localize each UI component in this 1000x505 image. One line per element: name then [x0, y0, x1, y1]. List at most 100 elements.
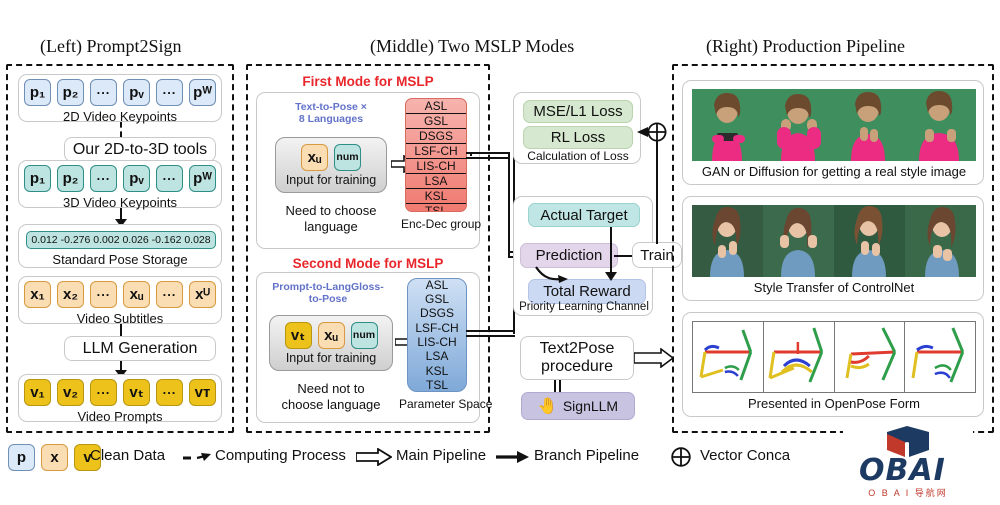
language-item: LSF-CH: [406, 144, 466, 159]
token-row-subtitles: x₁ x₂ ... xᵤ ... xᵁ: [19, 281, 221, 308]
note-second-mode: Need not to choose language: [281, 381, 381, 413]
line-text2pose-to-signllm-a: [554, 380, 556, 392]
circle-plus-icon: [671, 447, 691, 467]
token-chip: p₁: [24, 165, 51, 192]
logo-wordmark: OBAI: [859, 453, 946, 488]
note-first-mode: Need to choose language: [285, 203, 377, 235]
token-chip-num: num: [334, 143, 361, 171]
image-frame: [834, 89, 905, 161]
token-chip-ellipsis: ...: [156, 165, 183, 192]
token-chip: vᴛ: [189, 379, 216, 406]
line-train-to-concat: [656, 134, 658, 244]
line-merge-vertical-a: [508, 152, 510, 258]
input-box-first-mode[interactable]: xᵤ num Input for training: [275, 137, 387, 193]
token-chip: v₁: [24, 379, 51, 406]
image-frame: [905, 205, 976, 277]
card-video-prompts: v₁ v₂ ... vₜ ... vᴛ Video Prompts: [18, 374, 222, 424]
language-item: GSL: [424, 292, 449, 307]
line-param-right: [466, 330, 515, 332]
language-item: DSGS: [406, 129, 466, 144]
parameter-space-group: ASL GSL DSGS LSF-CH LIS-CH LSA KSL TSL: [407, 278, 467, 392]
token-chip-x: xᵤ: [317, 321, 345, 349]
token-chip-ellipsis: ...: [156, 379, 183, 406]
legend-label-computing-process: Computing Process: [215, 447, 346, 464]
language-item: LIS-CH: [417, 335, 457, 349]
language-item: ASL: [406, 99, 466, 114]
box-2d-to-3d-tools[interactable]: Our 2D-to-3D tools: [64, 137, 216, 162]
input-token-row-second: vₜ xᵤ num: [284, 321, 378, 349]
legend-label-branch-pipeline: Branch Pipeline: [534, 447, 640, 464]
input-label-second: Input for training: [285, 350, 377, 365]
token-chip-x: xᵤ: [301, 143, 328, 171]
language-item: DSGS: [419, 306, 454, 321]
card-video-subtitles: x₁ x₂ ... xᵤ ... xᵁ Video Subtitles: [18, 276, 222, 326]
box-mse-l1-loss[interactable]: MSE/L1 Loss: [523, 100, 633, 123]
pose-storage-values: 0.012 -0.276 0.002 0.026 -0.162 0.028: [26, 231, 216, 249]
dashed-arrow-icon: [183, 453, 211, 461]
token-row-3d: p₁ p₂ ... pᵥ ... pᵂ: [19, 165, 221, 192]
hollow-arrow-icon: [634, 348, 674, 368]
image-frame: [692, 205, 763, 277]
token-chip: x₂: [57, 281, 84, 308]
pose-frame: [905, 322, 975, 392]
logo-obai: OBAI O B A I 导航网: [843, 424, 973, 502]
input-label-first: Input for training: [285, 172, 377, 187]
image-frame: [834, 205, 905, 277]
pose-frame: [693, 322, 764, 392]
card-first-mode: Text-to-Pose × 8 Languages xᵤ num Input …: [256, 92, 481, 249]
language-item: LSA: [406, 174, 466, 189]
line-encdec-right-2: [466, 157, 510, 159]
box-text2pose-procedure[interactable]: Text2Pose procedure: [520, 336, 634, 380]
image-strip-controlnet: [692, 205, 976, 277]
page-title-middle: (Middle) Two MSLP Modes: [370, 36, 575, 56]
sublabel-prompt-to-gloss: Prompt-to-LangGloss- to-Pose: [272, 281, 384, 306]
box-rl-loss[interactable]: RL Loss: [523, 126, 633, 149]
connector-subtitles-to-llm: [120, 324, 122, 336]
language-item: TSL: [425, 377, 448, 392]
token-chip: pᵂ: [189, 79, 216, 106]
language-item: KSL: [406, 189, 466, 204]
language-item: GSL: [406, 114, 466, 129]
token-chip-v: vₜ: [284, 321, 312, 349]
token-chip-num: num: [350, 321, 378, 349]
input-box-second-mode[interactable]: vₜ xᵤ num Input for training: [269, 315, 393, 371]
box-llm-generation[interactable]: LLM Generation: [64, 336, 216, 361]
hand-sign-icon: 🤚: [537, 398, 558, 415]
token-chip-ellipsis: ...: [90, 79, 117, 106]
image-frame: [763, 205, 834, 277]
input-token-row-first: xᵤ num: [301, 143, 361, 171]
caption-controlnet: Style Transfer of ControlNet: [753, 280, 915, 295]
legend-label-clean-data: Clean Data: [90, 447, 166, 464]
caption-gan-diffusion: GAN or Diffusion for getting a real styl…: [701, 164, 967, 179]
box-signllm[interactable]: 🤚 SignLLM: [521, 392, 635, 420]
legend-label-main-pipeline: Main Pipeline: [396, 447, 487, 464]
legend-label-vector-concat: Vector Conca: [700, 447, 791, 464]
language-item: TSL: [424, 204, 447, 212]
language-item: LIS-CH: [406, 159, 466, 174]
line-encdec-right: [466, 152, 510, 154]
card-second-mode: Prompt-to-LangGloss- to-Pose vₜ xᵤ num I…: [256, 272, 493, 423]
circle-plus-icon: [647, 122, 667, 142]
logo-subtext: O B A I 导航网: [868, 488, 948, 498]
connector-2d-to-tool: [120, 122, 122, 137]
token-chip: xᵤ: [123, 281, 150, 308]
hollow-arrow-icon: [356, 448, 392, 466]
token-chip-ellipsis: ...: [156, 281, 183, 308]
sublabel-text-to-pose: Text-to-Pose × 8 Languages: [295, 101, 367, 126]
token-chip: p₂: [57, 79, 84, 106]
line-text2pose-to-signllm-b: [559, 380, 561, 392]
card-loss: MSE/L1 Loss RL Loss Calculation of Loss: [513, 92, 641, 164]
box-actual-target[interactable]: Actual Target: [528, 203, 640, 227]
caption-video-prompts: Video Prompts: [77, 409, 163, 424]
signllm-label: SignLLM: [562, 398, 619, 414]
image-strip-openpose: [692, 321, 976, 393]
language-item: LSA: [425, 349, 449, 364]
curve-prediction-to-reward-icon: [535, 266, 568, 283]
token-chip-ellipsis: ...: [90, 379, 117, 406]
caption-parameter-space: Parameter Space: [399, 397, 493, 411]
legend-chip-p: p: [8, 444, 35, 471]
card-controlnet: Style Transfer of ControlNet: [682, 196, 984, 301]
enc-dec-group: ASL GSL DSGS LSF-CH LIS-CH LSA KSL TSL: [405, 98, 467, 212]
token-row-prompts: v₁ v₂ ... vₜ ... vᴛ: [19, 379, 221, 406]
token-chip: pᵥ: [123, 79, 150, 106]
